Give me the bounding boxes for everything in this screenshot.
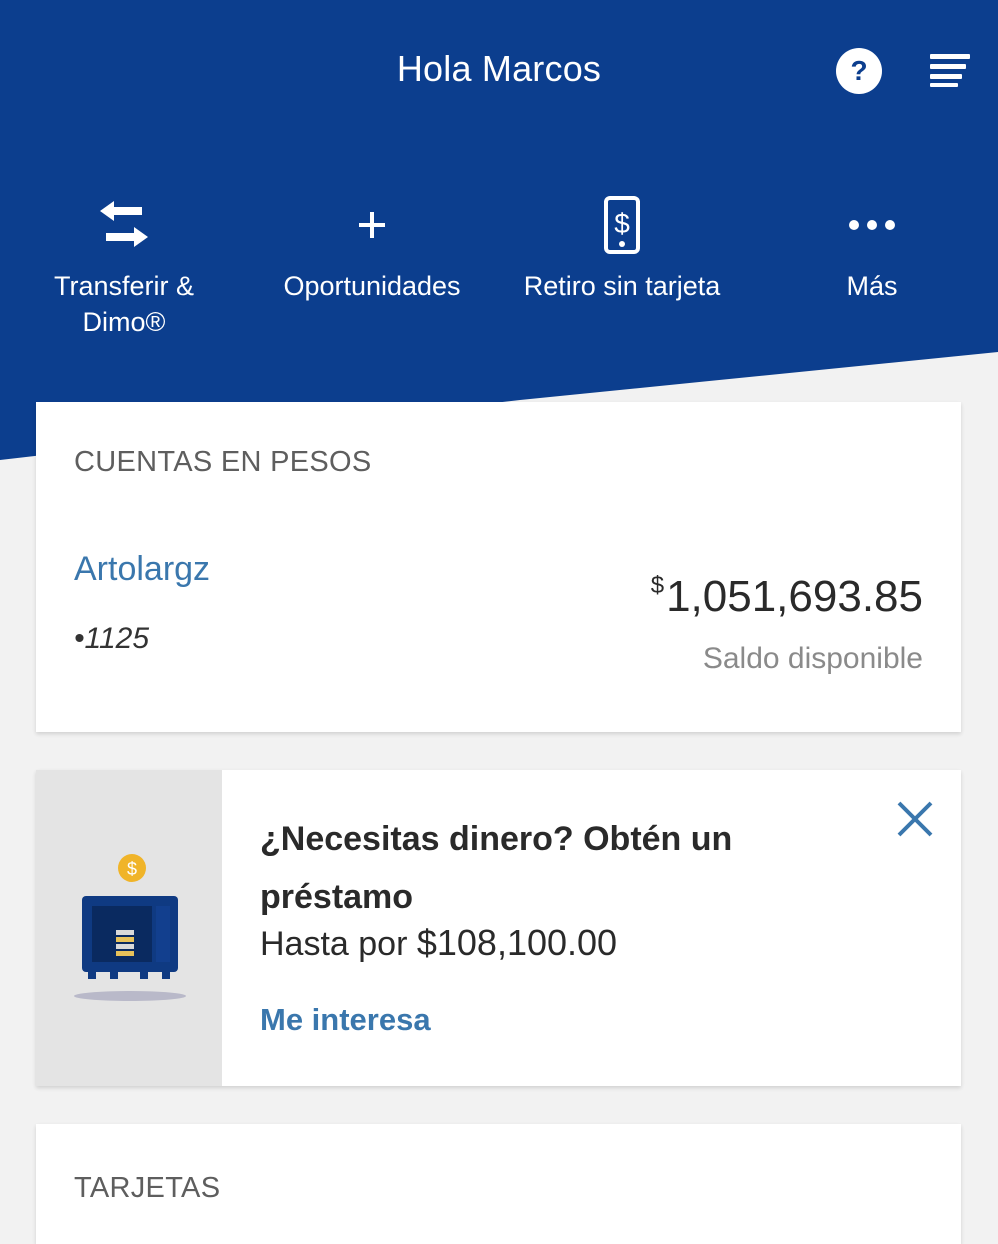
menu-button[interactable] xyxy=(928,50,972,88)
hamburger-menu-icon xyxy=(930,54,970,87)
svg-text:$: $ xyxy=(614,208,630,239)
quick-actions-bar: Transferir & Dimo® Oportunidades $ Retir… xyxy=(0,190,998,350)
loan-promo-card: $ ¿Necesitas dinero? Obtén un préstamo H… xyxy=(36,770,961,1086)
promo-amount: Hasta por $108,100.00 xyxy=(260,922,617,964)
close-promo-button[interactable] xyxy=(894,798,936,840)
more-label: Más xyxy=(846,271,898,301)
account-number: •1125 xyxy=(74,622,150,655)
promo-title: ¿Necesitas dinero? Obtén un préstamo xyxy=(260,820,733,916)
help-button[interactable]: ? xyxy=(836,48,882,94)
transfer-arrows-icon xyxy=(100,201,148,247)
more-dots-icon xyxy=(849,220,895,230)
accounts-card: CUENTAS EN PESOS Artolargz •1125 $1,051,… xyxy=(36,402,961,732)
plus-icon xyxy=(359,212,385,238)
more-action[interactable]: Más xyxy=(752,190,992,304)
account-balance: $1,051,693.85 xyxy=(651,572,923,622)
opportunities-action[interactable]: Oportunidades xyxy=(252,190,492,304)
promo-amount-value: $108,100.00 xyxy=(416,922,618,963)
cards-section-title: TARJETAS xyxy=(74,1172,221,1204)
promo-amount-prefix: Hasta por xyxy=(260,925,408,963)
close-icon xyxy=(897,801,933,837)
safe-with-coins-icon: $ xyxy=(74,854,186,1001)
accounts-section-title: CUENTAS EN PESOS xyxy=(74,446,372,478)
question-circle-icon: ? xyxy=(850,55,868,86)
transfer-label-line1: Transferir & xyxy=(53,271,195,301)
balance-amount: 1,051,693.85 xyxy=(666,572,923,621)
svg-text:$: $ xyxy=(127,859,137,879)
me-interesa-link[interactable]: Me interesa xyxy=(260,1002,431,1038)
phone-dollar-icon: $ xyxy=(604,196,640,254)
cardless-withdrawal-label: Retiro sin tarjeta xyxy=(523,271,721,301)
transfer-label-line2: Dimo® xyxy=(82,307,166,337)
currency-symbol: $ xyxy=(650,572,665,599)
transfer-action[interactable]: Transferir & Dimo® xyxy=(4,190,244,340)
cardless-withdrawal-action[interactable]: $ Retiro sin tarjeta xyxy=(502,190,742,304)
cards-section-card: TARJETAS xyxy=(36,1124,961,1244)
opportunities-label: Oportunidades xyxy=(283,271,461,301)
balance-label: Saldo disponible xyxy=(702,642,923,675)
account-name-link[interactable]: Artolargz xyxy=(74,550,210,589)
promo-illustration-panel: $ xyxy=(36,770,222,1086)
